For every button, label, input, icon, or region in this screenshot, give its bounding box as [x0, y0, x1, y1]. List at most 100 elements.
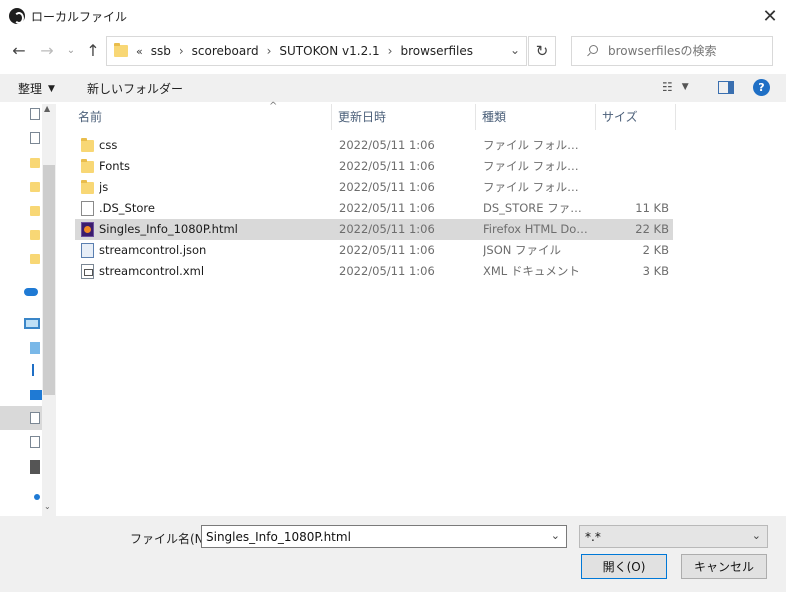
file-row[interactable]: css 2022/05/11 1:06 ファイル フォルダー [75, 135, 673, 156]
search-input[interactable] [608, 44, 768, 58]
cancel-button[interactable]: キャンセル [681, 554, 767, 579]
breadcrumb-separator[interactable]: › [267, 44, 272, 58]
file-type: ファイル フォルダー [483, 138, 589, 152]
caret-down-icon: ▼ [681, 82, 689, 92]
file-size: 3 KB [642, 264, 669, 278]
folder-icon[interactable] [30, 182, 40, 192]
file-type: Firefox HTML Doc... [483, 222, 589, 236]
breadcrumb-browserfiles[interactable]: browserfiles [400, 44, 473, 58]
chevron-down-icon[interactable]: ⌄ [551, 529, 560, 542]
file-name: streamcontrol.xml [99, 264, 205, 278]
file-type: ファイル フォルダー [483, 180, 589, 194]
window-title: ローカルファイル [31, 10, 128, 24]
folder-icon [81, 159, 94, 173]
sort-ascending-icon: ^ [269, 101, 278, 112]
file-name: .DS_Store [99, 201, 155, 215]
file-size [595, 135, 669, 156]
file-size: 11 KB [635, 201, 669, 215]
open-button[interactable]: 開く(O) [581, 554, 667, 579]
json-file-icon [81, 243, 94, 258]
help-button[interactable]: ? [753, 79, 770, 96]
file-row[interactable]: .DS_Store 2022/05/11 1:06 DS_STORE ファイル … [75, 198, 673, 219]
documents-icon[interactable] [30, 412, 40, 424]
file-name: css [99, 138, 118, 152]
column-headers: 名前 ^ 更新日時 種類 サイズ [72, 101, 678, 130]
videos-icon[interactable] [30, 460, 40, 474]
folder-icon[interactable] [30, 158, 40, 168]
downloads-icon[interactable] [32, 364, 38, 376]
file-name: Fonts [99, 159, 131, 173]
file-row[interactable]: streamcontrol.xml 2022/05/11 1:06 XML ドキ… [75, 261, 673, 282]
folder-icon[interactable] [30, 254, 40, 264]
recent-locations-button[interactable]: ⌄ [62, 39, 80, 61]
file-row[interactable]: js 2022/05/11 1:06 ファイル フォルダー [75, 177, 673, 198]
obs-app-icon [9, 8, 25, 24]
back-button[interactable]: ← [8, 39, 30, 61]
chevron-down-icon[interactable]: ⌄ [752, 529, 761, 542]
file-date: 2022/05/11 1:06 [339, 159, 435, 173]
file-date: 2022/05/11 1:06 [339, 180, 435, 194]
caret-down-icon: ▼ [48, 83, 55, 94]
filename-combobox[interactable]: ⌄ [201, 525, 567, 548]
folder-icon [81, 180, 94, 194]
file-row[interactable]: Fonts 2022/05/11 1:06 ファイル フォルダー [75, 156, 673, 177]
organize-button[interactable]: 整理 ▼ [18, 80, 55, 97]
column-header-type[interactable]: 種類 [476, 104, 596, 130]
close-button[interactable]: ✕ [754, 0, 786, 32]
new-folder-button[interactable]: 新しいフォルダー [87, 80, 183, 97]
preview-pane-button[interactable] [718, 81, 734, 94]
file-type: XML ドキュメント [483, 264, 580, 278]
scroll-down-icon[interactable]: ⌄ [44, 502, 51, 511]
file-date: 2022/05/11 1:06 [339, 201, 435, 215]
file-type: ファイル フォルダー [483, 159, 589, 173]
file-row-selected[interactable]: Singles_Info_1080P.html 2022/05/11 1:06 … [75, 219, 673, 240]
file-icon [81, 201, 94, 216]
xml-file-icon [81, 264, 94, 279]
up-folder-button[interactable]: ↑ [82, 39, 104, 61]
breadcrumb-ssb[interactable]: ssb [151, 44, 171, 58]
column-header-date[interactable]: 更新日時 [332, 104, 476, 130]
scroll-up-icon[interactable]: ▲ [44, 104, 50, 113]
forward-button[interactable]: → [36, 39, 58, 61]
search-icon [586, 45, 598, 57]
file-type: DS_STORE ファイル [483, 201, 589, 215]
file-type: JSON ファイル [483, 243, 562, 257]
pictures-icon[interactable] [30, 436, 40, 448]
file-date: 2022/05/11 1:06 [339, 222, 435, 236]
breadcrumb-scoreboard[interactable]: scoreboard [192, 44, 259, 58]
onedrive-icon[interactable] [24, 288, 38, 296]
folder-icon[interactable] [30, 206, 40, 216]
file-size [595, 156, 669, 177]
firefox-html-icon [81, 222, 94, 237]
folder-icon [114, 43, 128, 57]
breadcrumb-separator[interactable]: › [388, 44, 393, 58]
breadcrumb-sutokon[interactable]: SUTOKON v1.2.1 [279, 44, 379, 58]
file-name: Singles_Info_1080P.html [99, 222, 238, 236]
change-view-button[interactable]: ☷ ▼ [662, 80, 689, 94]
3d-objects-icon[interactable] [30, 342, 40, 354]
address-dropdown-icon[interactable]: ⌄ [510, 43, 520, 57]
this-pc-icon[interactable] [24, 318, 40, 329]
column-header-name[interactable]: 名前 [72, 104, 332, 130]
file-row[interactable]: streamcontrol.json 2022/05/11 1:06 JSON … [75, 240, 673, 261]
column-header-size[interactable]: サイズ [596, 104, 676, 130]
document-icon[interactable] [30, 132, 40, 144]
file-size: 22 KB [635, 222, 669, 236]
search-box[interactable] [571, 36, 773, 66]
filename-input[interactable] [202, 529, 532, 544]
file-type-filter[interactable]: *.* ⌄ [579, 525, 768, 548]
refresh-button[interactable]: ↻ [528, 36, 556, 66]
address-bar[interactable]: « ssb › scoreboard › SUTOKON v1.2.1 › br… [106, 36, 527, 66]
breadcrumb-separator[interactable]: › [179, 44, 184, 58]
folder-icon[interactable] [30, 230, 40, 240]
music-icon[interactable] [34, 494, 40, 500]
desktop-icon[interactable] [30, 390, 42, 400]
nav-scrollbar-thumb[interactable] [43, 165, 55, 395]
file-name: js [99, 180, 109, 194]
folder-icon [81, 138, 94, 152]
file-date: 2022/05/11 1:06 [339, 138, 435, 152]
file-date: 2022/05/11 1:06 [339, 243, 435, 257]
breadcrumb-overflow[interactable]: « [136, 45, 143, 58]
document-icon[interactable] [30, 108, 40, 120]
details-view-icon: ☷ [662, 80, 673, 94]
